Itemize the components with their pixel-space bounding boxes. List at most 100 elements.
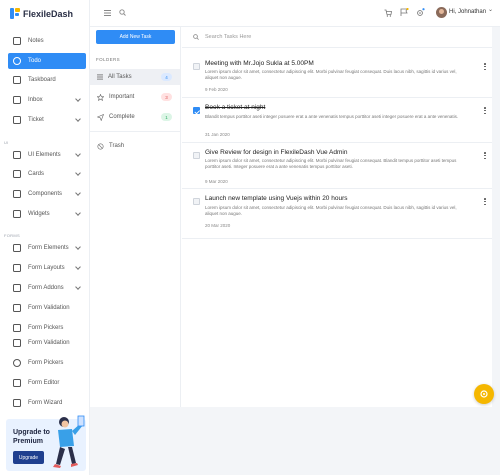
sidebar-item-label: Inbox [28, 97, 43, 103]
folder-complete[interactable]: Complete 1 [90, 109, 180, 125]
gear-icon [480, 390, 488, 398]
sidebar-item-form-editor[interactable]: Form Editor [8, 375, 86, 391]
form-validation-icon [13, 304, 21, 312]
folders-title: FOLDERS [96, 57, 121, 62]
task-item[interactable]: Meeting with Mr.Jojo Sukla at 5.00PM Lor… [182, 54, 492, 98]
form-elements-icon [13, 244, 21, 252]
task-checkbox[interactable] [193, 152, 200, 159]
sidebar-item-form-validation-2[interactable]: Form Validation [8, 335, 86, 351]
more-options-icon[interactable] [484, 107, 486, 115]
warning-triangle-icon [13, 339, 21, 347]
top-bar: Hi, Johnathan ⌄ [90, 0, 500, 27]
sidebar-item-components[interactable]: Components [8, 186, 86, 202]
floating-settings-button[interactable] [474, 384, 494, 404]
sidebar-item-label: Cards [28, 171, 45, 177]
brand-logo[interactable]: FlexileDash [10, 8, 73, 19]
chevron-down-icon [75, 170, 81, 176]
task-title: Book a ticket at night [205, 104, 266, 111]
send-icon [97, 113, 104, 121]
sidebar-item-taskboard[interactable]: Taskboard [8, 72, 86, 88]
sidebar-item-label: Form Editor [28, 380, 60, 386]
sidebar-item-cards[interactable]: Cards [8, 166, 86, 182]
trash-icon [97, 142, 104, 150]
more-options-icon[interactable] [484, 63, 486, 71]
todo-folders-panel: Add New Task FOLDERS All Tasks 4 Importa… [90, 27, 181, 407]
task-checkbox[interactable] [193, 198, 200, 205]
menu-icon[interactable] [104, 10, 111, 16]
settings-icon[interactable] [416, 8, 425, 17]
list-icon [97, 74, 103, 80]
flexiledash-logo-icon [10, 8, 20, 19]
sidebar-item-label: Form Validation [28, 340, 70, 346]
sidebar-item-form-layouts[interactable]: Form Layouts [8, 260, 86, 276]
sidebar-item-form-wizard[interactable]: Form Wizard [8, 395, 86, 411]
edit-icon [13, 379, 21, 387]
search-input[interactable]: Search Tasks Here [205, 34, 251, 40]
task-item[interactable]: Book a ticket at night Blandit tempus po… [182, 98, 492, 143]
folders-divider [90, 131, 180, 132]
sidebar-item-label: Notes [28, 38, 44, 44]
sidebar-item-notes[interactable]: Notes [8, 33, 86, 49]
ui-elements-icon [13, 151, 21, 159]
flag-icon[interactable] [400, 8, 409, 17]
components-icon [13, 190, 21, 198]
chevron-down-icon [75, 96, 81, 102]
upgrade-banner: Upgrade to Premium Upgrade [6, 415, 86, 471]
task-item[interactable]: Give Review for design in FlexileDash Vu… [182, 143, 492, 189]
sidebar-item-form-elements[interactable]: Form Elements [8, 240, 86, 256]
task-checkbox[interactable] [193, 63, 200, 70]
task-description: Lorem ipsum dolor sit amet, consectetur … [205, 205, 457, 216]
cart-icon[interactable] [384, 9, 392, 17]
sidebar-item-label: Form Pickers [28, 360, 64, 366]
form-wizard-icon [13, 399, 21, 407]
chevron-down-icon [75, 244, 81, 250]
upgrade-button[interactable]: Upgrade [13, 451, 44, 464]
sidebar-item-label: Form Wizard [28, 400, 63, 406]
task-date: 9 Mar 2020 [205, 179, 228, 184]
folder-all-tasks[interactable]: All Tasks 4 [90, 69, 180, 85]
notes-icon [13, 37, 21, 45]
add-new-task-button[interactable]: Add New Task [96, 30, 175, 44]
search-icon[interactable] [119, 9, 126, 16]
task-item[interactable]: Launch new template using Vuejs within 2… [182, 189, 492, 239]
sidebar-item-widgets[interactable]: Widgets [8, 206, 86, 222]
more-options-icon[interactable] [484, 152, 486, 160]
sidebar-item-label: Form Elements [28, 245, 69, 251]
sidebar-item-form-pickers[interactable]: Form Pickers [8, 320, 86, 336]
taskboard-icon [13, 76, 21, 84]
sidebar-item-form-addons[interactable]: Form Addons [8, 280, 86, 296]
brand-name: FlexileDash [23, 8, 74, 19]
more-options-icon[interactable] [484, 198, 486, 206]
chevron-down-icon [75, 116, 81, 122]
count-badge: 1 [161, 113, 172, 121]
sidebar-item-ui-elements[interactable]: UI Elements [8, 147, 86, 163]
task-search-bar[interactable]: Search Tasks Here [182, 27, 492, 48]
task-date: 9 Feb 2020 [205, 87, 228, 92]
task-date: 31 Jan 2020 [205, 132, 230, 137]
chevron-down-icon [75, 190, 81, 196]
sidebar-item-todo[interactable]: Todo [8, 53, 86, 69]
sidebar-item-label: Todo [28, 58, 42, 64]
form-pickers-icon [13, 359, 21, 367]
sidebar-item-form-pickers-2[interactable]: Form Pickers [8, 355, 86, 371]
upgrade-title: Upgrade to Premium [13, 429, 50, 445]
sidebar-item-label: Form Validation [28, 305, 70, 311]
user-dropdown-caret[interactable]: ⌄ [488, 6, 493, 13]
avatar[interactable] [436, 7, 447, 18]
task-checkbox[interactable] [193, 107, 200, 114]
star-icon [97, 93, 104, 101]
folder-trash[interactable]: Trash [90, 138, 180, 154]
sidebar-item-inbox[interactable]: Inbox [8, 92, 86, 108]
count-badge: 4 [161, 73, 172, 81]
inbox-icon [13, 96, 21, 104]
todo-app-card: Add New Task FOLDERS All Tasks 4 Importa… [90, 27, 492, 407]
sidebar-item-form-validation[interactable]: Form Validation [8, 300, 86, 316]
sidebar-item-label: Form Addons [28, 285, 64, 291]
chevron-down-icon [75, 264, 81, 270]
sidebar-item-ticket[interactable]: Ticket [8, 112, 86, 128]
search-icon [193, 34, 199, 40]
count-badge: 3 [161, 93, 172, 101]
user-greeting[interactable]: Hi, Johnathan [449, 9, 486, 15]
folder-important[interactable]: Important 3 [90, 89, 180, 105]
sidebar-item-label: Form Layouts [28, 265, 65, 271]
